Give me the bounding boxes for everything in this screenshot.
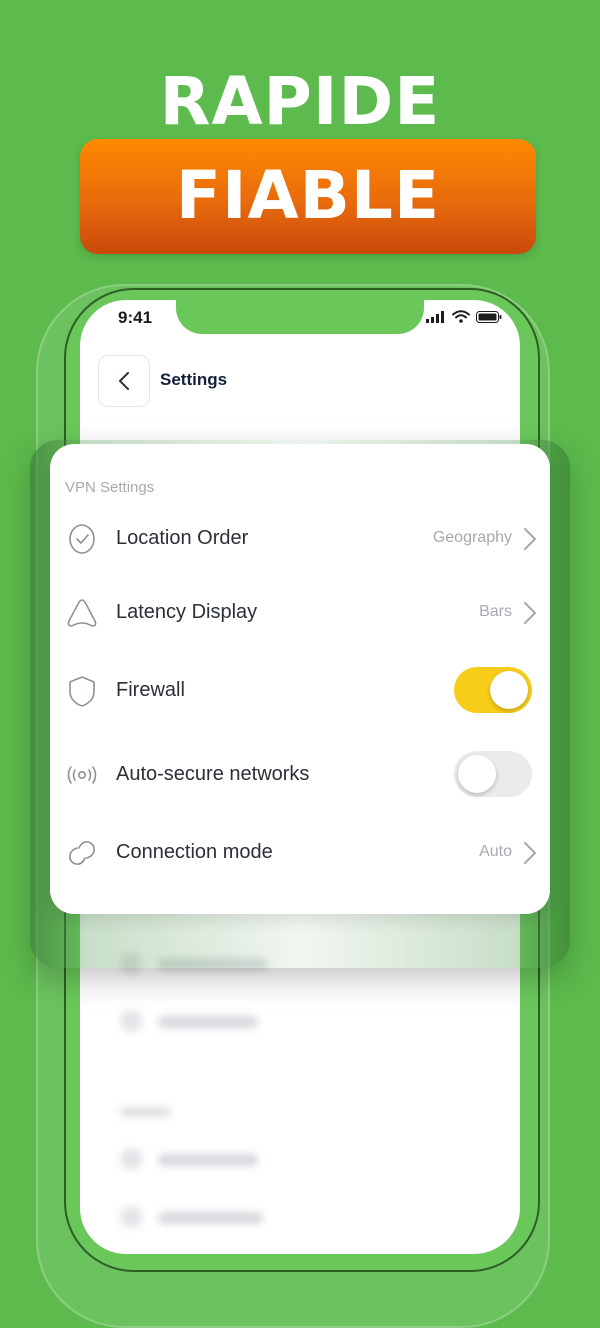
- chevron-right-icon: [524, 602, 536, 624]
- setting-label: Latency Display: [116, 601, 258, 623]
- cellular-signal-icon: [426, 310, 444, 323]
- vpn-settings-card: VPN Settings Location Order Geography La…: [50, 444, 550, 914]
- phone-notch: [176, 300, 424, 334]
- broadcast-icon: [67, 766, 97, 784]
- auto-secure-toggle[interactable]: [454, 751, 532, 797]
- setting-row-connection-mode[interactable]: Connection mode Auto: [50, 824, 550, 880]
- chevron-left-icon: [119, 372, 129, 390]
- firewall-toggle[interactable]: [454, 667, 532, 713]
- chevron-right-icon: [524, 528, 536, 550]
- setting-row-latency-display[interactable]: Latency Display Bars: [50, 584, 550, 640]
- headline-rapide: RAPIDE: [159, 63, 441, 140]
- headline-fiable: FIABLE: [175, 157, 441, 234]
- signal-triangle-icon: [67, 599, 97, 627]
- setting-value: Auto: [479, 843, 512, 860]
- setting-row-firewall: Firewall: [50, 662, 550, 718]
- wifi-icon: [452, 310, 470, 323]
- setting-value: Geography: [432, 529, 512, 546]
- status-time: 9:41: [118, 308, 153, 327]
- toggle-knob: [458, 755, 496, 793]
- setting-label: Auto-secure networks: [116, 763, 310, 785]
- headline-banner: FIABLE: [80, 139, 536, 254]
- setting-label: Location Order: [116, 527, 249, 549]
- setting-label: Firewall: [116, 679, 185, 701]
- page-title: Settings: [160, 370, 228, 389]
- back-button[interactable]: [98, 355, 150, 407]
- chevron-right-icon: [524, 842, 536, 864]
- battery-icon: [476, 310, 502, 323]
- link-icon: [69, 841, 95, 865]
- setting-row-location-order[interactable]: Location Order Geography: [50, 510, 550, 566]
- toggle-knob: [490, 671, 528, 709]
- setting-label: Connection mode: [116, 841, 273, 863]
- shield-check-icon: [69, 524, 95, 554]
- setting-row-auto-secure-networks: Auto-secure networks: [50, 746, 550, 802]
- status-icons: [426, 310, 502, 323]
- shield-icon: [69, 676, 95, 707]
- section-label: VPN Settings: [65, 479, 155, 496]
- setting-value: Bars: [479, 603, 512, 620]
